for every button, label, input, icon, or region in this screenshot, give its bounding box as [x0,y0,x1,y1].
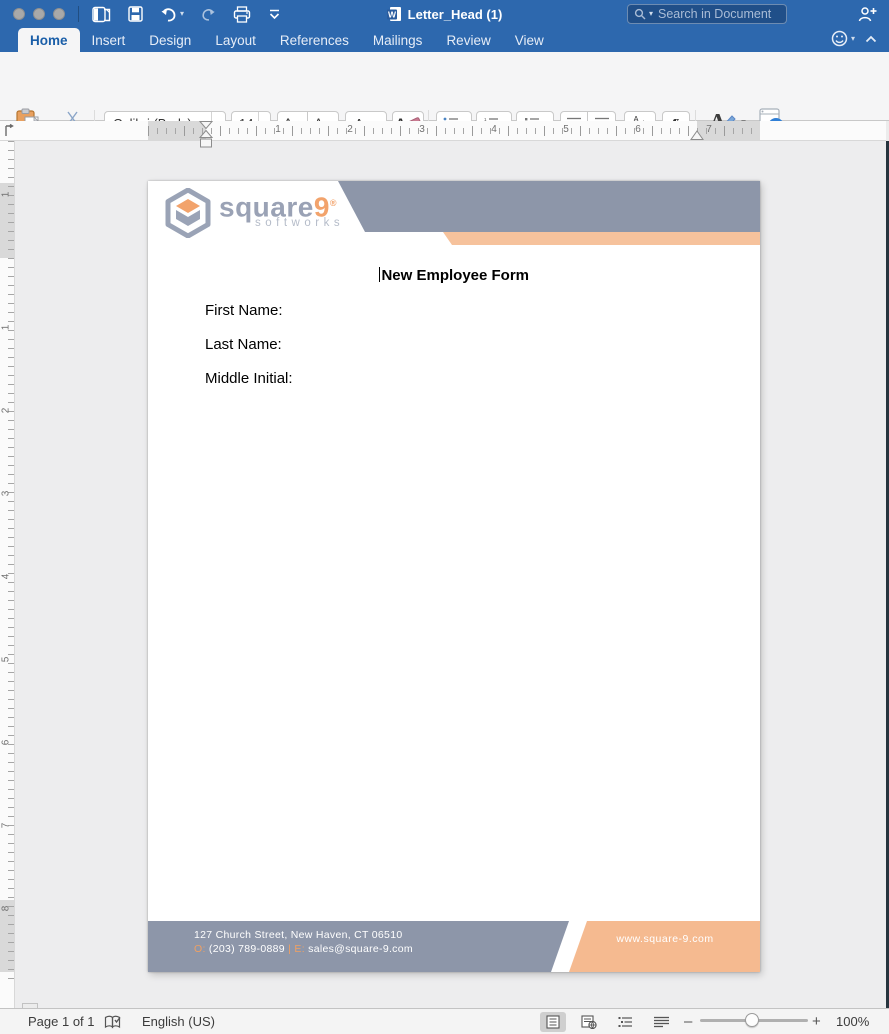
share-add-person-icon[interactable] [857,6,877,22]
tab-review[interactable]: Review [434,28,502,52]
indent-markers[interactable] [199,121,213,149]
ruler-number: 1 [273,124,283,135]
tab-selector[interactable] [3,123,14,138]
ruler-number: 6 [1,737,12,749]
spellcheck-icon[interactable] [104,1015,122,1030]
ruler-number: 7 [1,820,12,832]
draft-view-icon [654,1016,669,1028]
window-controls [13,8,65,20]
customize-toolbar-icon[interactable] [268,8,281,21]
language-indicator[interactable]: English (US) [142,1009,215,1034]
ruler-number: 1 [1,322,12,334]
redo-icon[interactable] [201,7,216,22]
print-layout-icon [546,1015,560,1029]
search-scope-dropdown-icon[interactable]: ▾ [649,10,653,18]
tab-design[interactable]: Design [137,28,203,52]
ruler-number: 7 [704,124,714,135]
vertical-ruler[interactable]: 1 1 2 3 4 5 6 7 8 [0,141,15,1008]
save-icon[interactable] [128,6,143,22]
tab-view[interactable]: View [503,28,556,52]
field-middle-initial[interactable]: Middle Initial: [205,370,293,387]
footer-phone-email: O: (203) 789-0889 | E: sales@square-9.co… [194,942,413,956]
ruler-number: 4 [489,124,499,135]
footer-address: 127 Church Street, New Haven, CT 06510 [194,928,413,942]
ruler-number: 3 [1,488,12,500]
titlebar-divider [78,6,79,22]
tab-layout[interactable]: Layout [203,28,268,52]
word-window: ▾ W Letter_Head (1) [0,0,889,1034]
tab-home[interactable]: Home [18,28,80,52]
ruler-number: 4 [1,571,12,583]
ruler-number: 1 [1,189,12,201]
document-title-text: Letter_Head (1) [408,7,503,22]
outline-view-button[interactable] [612,1012,638,1032]
field-last-name[interactable]: Last Name: [205,336,282,353]
draft-view-button[interactable] [648,1012,674,1032]
tab-insert[interactable]: Insert [80,28,138,52]
document-page[interactable]: square9® softworks New Employee Form Fir… [148,181,760,972]
right-indent-marker[interactable] [690,130,704,141]
minimize-button[interactable] [33,8,45,20]
footer-website: www.square-9.com [590,933,740,945]
zoom-level[interactable]: 100% [836,1009,869,1034]
undo-icon[interactable] [160,7,177,22]
print-icon[interactable] [233,6,251,23]
zoom-out-button[interactable]: – [684,1009,692,1034]
ruler-ticks [8,141,14,981]
footer-contact: 127 Church Street, New Haven, CT 06510 O… [194,928,413,956]
ruler-number: 2 [345,124,355,135]
registered-mark: ® [330,198,337,208]
zoom-in-button[interactable]: + [812,1009,821,1034]
search-input[interactable] [656,6,780,22]
ribbon-home: ▾ Paste Calibri (Body) ▾ 14 ▾ [0,52,889,121]
close-button[interactable] [13,8,25,20]
search-icon [634,8,646,20]
outline-view-icon [618,1016,633,1028]
square9-hexagon-icon [165,188,211,238]
field-first-name[interactable]: First Name: [205,302,283,319]
web-layout-icon [581,1015,597,1029]
horizontal-ruler[interactable]: 1 2 3 4 5 6 7 [0,121,886,141]
ruler-number: 5 [561,124,571,135]
web-layout-view-button[interactable] [576,1012,602,1032]
ruler-number: 8 [1,903,12,915]
svg-text:W: W [388,10,397,20]
ruler-number: 5 [1,654,12,666]
undo-dropdown-icon[interactable]: ▾ [180,10,184,18]
feedback-dropdown-icon[interactable]: ▾ [851,35,855,43]
tab-mailings[interactable]: Mailings [361,28,435,52]
ruler-half-ticks [148,126,760,136]
ruler-number: 3 [417,124,427,135]
sidebar-icon[interactable] [92,6,111,23]
page-count[interactable]: Page 1 of 1 [28,1009,95,1034]
feedback-smiley-icon[interactable] [831,30,848,47]
ruler-number: 2 [1,405,12,417]
company-logo: square9® softworks [165,188,344,238]
brand-subtitle: softworks [255,217,344,229]
tab-references[interactable]: References [268,28,361,52]
fullscreen-button[interactable] [53,8,65,20]
print-layout-view-button[interactable] [540,1012,566,1032]
search-box[interactable]: ▾ [627,4,787,24]
form-title[interactable]: New Employee Form [148,267,760,284]
titlebar: ▾ W Letter_Head (1) [0,0,889,28]
word-doc-icon: W [387,6,402,22]
zoom-slider-thumb[interactable] [745,1013,759,1027]
ruler-number: 6 [633,124,643,135]
document-canvas[interactable]: square9® softworks New Employee Form Fir… [15,141,886,1008]
collapse-ribbon-icon[interactable] [865,35,877,43]
ribbon-tabs: Home Insert Design Layout References Mai… [0,28,889,52]
